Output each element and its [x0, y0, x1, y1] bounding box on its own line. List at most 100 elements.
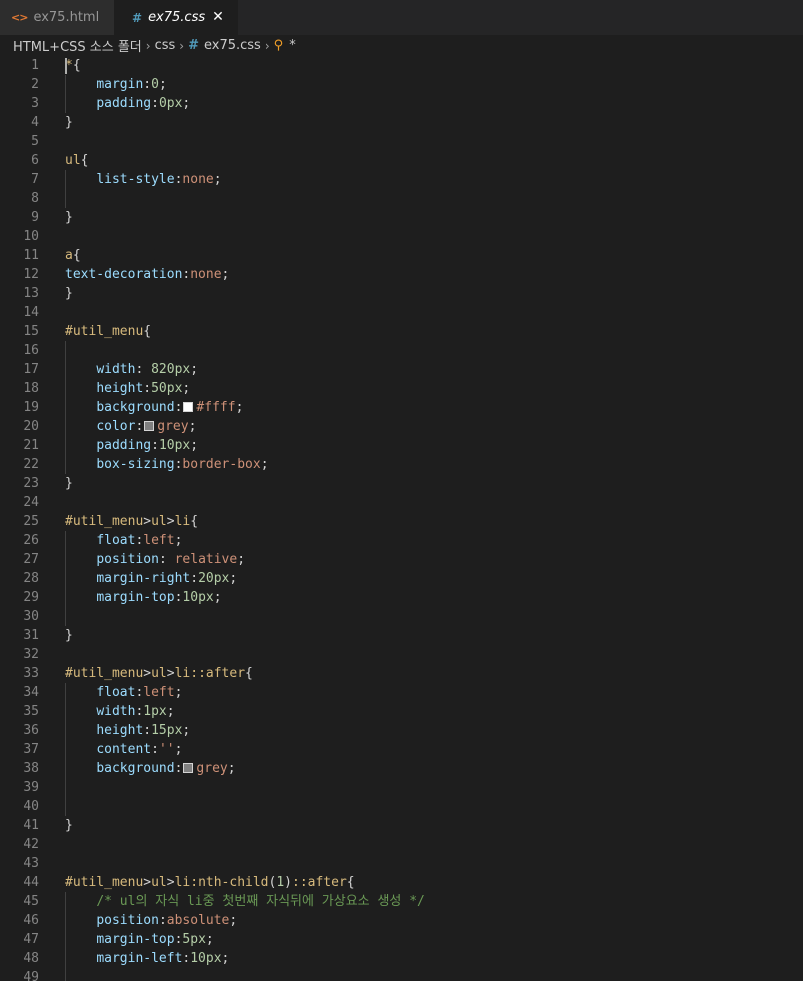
indent-guide — [65, 778, 66, 797]
code-line[interactable]: 46 position:absolute; — [0, 911, 803, 930]
color-swatch-icon[interactable] — [183, 402, 194, 412]
code-line[interactable]: 48 margin-left:10px; — [0, 949, 803, 968]
code-line[interactable]: 25 #util_menu>ul>li{ — [0, 512, 803, 531]
token: ; — [213, 172, 222, 187]
code-line[interactable]: 40 — [0, 797, 803, 816]
code-line[interactable]: 10 — [0, 227, 803, 246]
code-line[interactable]: 14 — [0, 303, 803, 322]
code-line[interactable]: 35 width:1px; — [0, 702, 803, 721]
code-line[interactable]: 41} — [0, 816, 803, 835]
code-line[interactable]: 45 /* ul의 자식 li중 첫번째 자식뒤에 가상요소 생성 */ — [0, 892, 803, 911]
code-line[interactable]: 24 — [0, 493, 803, 512]
token: list-style — [96, 172, 175, 187]
code-line[interactable]: 19 background: #ffff; — [0, 398, 803, 417]
line-number: 18 — [23, 381, 39, 396]
code-line[interactable]: 44 #util_menu>ul>li:nth-child(1)::after{ — [0, 873, 803, 892]
breadcrumb-file[interactable]: ex75.css — [204, 38, 261, 53]
code-line[interactable]: 27 position: relative; — [0, 550, 803, 569]
code-line[interactable]: 7 list-style:none; — [0, 170, 803, 189]
code-line[interactable]: 17 width: 820px; — [0, 360, 803, 379]
code-line[interactable]: 3 padding:0px; — [0, 94, 803, 113]
code-line[interactable]: 13} — [0, 284, 803, 303]
token: 10px — [182, 590, 214, 605]
code-line[interactable]: 11 a{ — [0, 246, 803, 265]
token: ; — [182, 96, 191, 111]
token: ; — [229, 913, 238, 928]
token: height — [96, 381, 144, 396]
token: 820px — [151, 362, 191, 377]
code-line[interactable]: 1 *{ — [0, 56, 803, 75]
token: left — [143, 533, 175, 548]
token: 20px — [198, 571, 230, 586]
code-line[interactable]: 22 box-sizing:border-box; — [0, 455, 803, 474]
code-line[interactable]: 26 float:left; — [0, 531, 803, 550]
code-text: list-style:none; — [65, 170, 222, 189]
code-line[interactable]: 36 height:15px; — [0, 721, 803, 740]
code-text: color: grey; — [65, 417, 196, 436]
line-number: 7 — [31, 172, 39, 187]
code-text: float:left; — [65, 531, 182, 550]
token: ; — [221, 951, 230, 966]
token: margin — [96, 77, 144, 92]
line-number: 26 — [23, 533, 39, 548]
code-line[interactable]: 20 color: grey; — [0, 417, 803, 436]
token: } — [65, 210, 73, 225]
breadcrumb-css-folder[interactable]: css — [155, 38, 176, 53]
token: color — [96, 419, 136, 434]
tab-bar: <> ex75.html # ex75.css ✕ — [0, 0, 803, 35]
breadcrumb-folder[interactable]: HTML+CSS 소스 폴더 — [13, 36, 142, 55]
code-line[interactable]: 16 — [0, 341, 803, 360]
token: #util_menu — [65, 666, 144, 681]
token: ul — [151, 514, 167, 529]
code-line[interactable]: 42 — [0, 835, 803, 854]
code-line[interactable]: 28 margin-right:20px; — [0, 569, 803, 588]
code-line[interactable]: 32 — [0, 645, 803, 664]
token: ; — [188, 419, 197, 434]
code-line[interactable]: 31} — [0, 626, 803, 645]
color-swatch-icon[interactable] — [144, 421, 155, 431]
code-line[interactable]: 8 — [0, 189, 803, 208]
code-line[interactable]: 47 margin-top:5px; — [0, 930, 803, 949]
code-line[interactable]: 12 text-decoration:none; — [0, 265, 803, 284]
code-line[interactable]: 29 margin-top:10px; — [0, 588, 803, 607]
tab-ex75-css[interactable]: # ex75.css ✕ — [114, 0, 238, 35]
code-line[interactable]: 23} — [0, 474, 803, 493]
code-line[interactable]: 5 — [0, 132, 803, 151]
code-line[interactable]: 4} — [0, 113, 803, 132]
code-editor[interactable]: 1 *{2 margin:0; 3 padding:0px; 4} 5 6 ul{7 lis… — [0, 56, 803, 981]
token: : — [151, 96, 159, 111]
close-icon[interactable]: ✕ — [210, 9, 226, 25]
code-line[interactable]: 15 #util_menu{ — [0, 322, 803, 341]
code-line[interactable]: 9} — [0, 208, 803, 227]
color-swatch-icon[interactable] — [183, 763, 194, 773]
chevron-right-icon: › — [145, 38, 151, 53]
token: ; — [235, 400, 244, 415]
line-number: 2 — [31, 77, 39, 92]
line-number: 19 — [23, 400, 39, 415]
line-number: 37 — [23, 742, 39, 757]
code-line[interactable]: 39 — [0, 778, 803, 797]
code-line[interactable]: 37 content:''; — [0, 740, 803, 759]
tab-ex75-html[interactable]: <> ex75.html — [0, 0, 114, 35]
code-line[interactable]: 21 padding:10px; — [0, 436, 803, 455]
code-line[interactable]: 38 background: grey; — [0, 759, 803, 778]
code-line[interactable]: 49 — [0, 968, 803, 981]
token: : — [143, 381, 152, 396]
code-line[interactable]: 18 height:50px; — [0, 379, 803, 398]
code-line[interactable]: 6 ul{ — [0, 151, 803, 170]
code-line[interactable]: 34 float:left; — [0, 683, 803, 702]
code-line[interactable]: 33 #util_menu>ul>li::after{ — [0, 664, 803, 683]
line-number: 24 — [23, 495, 39, 510]
code-line[interactable]: 30 — [0, 607, 803, 626]
breadcrumb-selector[interactable]: * — [289, 38, 296, 53]
line-number: 3 — [31, 96, 39, 111]
code-line[interactable]: 2 margin:0; — [0, 75, 803, 94]
line-number: 38 — [23, 761, 39, 776]
indent-guide — [65, 968, 66, 981]
code-text: text-decoration:none; — [65, 265, 229, 284]
code-text: content:''; — [65, 740, 182, 759]
line-number: 10 — [23, 229, 39, 244]
code-line[interactable]: 43 — [0, 854, 803, 873]
